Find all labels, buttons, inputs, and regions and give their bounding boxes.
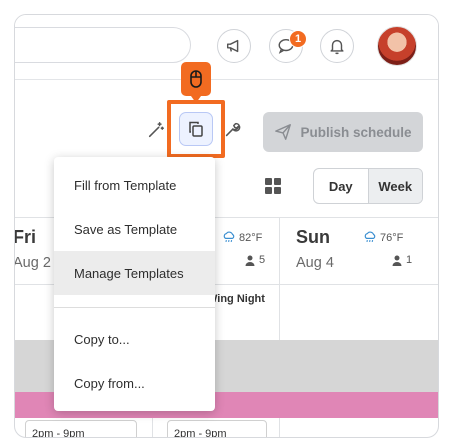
wrench-icon	[225, 122, 241, 137]
weather-sun: 76°F	[363, 231, 403, 244]
rain-cloud-icon	[223, 231, 235, 243]
copy-button[interactable]	[179, 112, 213, 146]
paper-plane-icon	[275, 124, 292, 140]
grid-icon	[265, 178, 272, 185]
app-frame: 1 Publish schedule Day Week Fri Aug 2 82…	[0, 0, 452, 445]
cursor-indicator	[181, 62, 211, 103]
top-bar: 1	[15, 15, 438, 80]
scheduler-window: 1 Publish schedule Day Week Fri Aug 2 82…	[14, 14, 439, 438]
layout-grid-button[interactable]	[265, 178, 281, 194]
copy-dropdown-menu: Fill from Template Save as Template Mana…	[54, 157, 215, 411]
rain-cloud-icon	[364, 231, 376, 243]
notifications-button[interactable]	[320, 29, 354, 63]
temperature-sun: 76°F	[380, 231, 404, 244]
mouse-icon	[190, 70, 202, 88]
person-icon	[245, 255, 255, 266]
grid-icon-cell	[274, 187, 281, 194]
week-view-button[interactable]: Week	[367, 169, 422, 203]
magic-wand-icon	[148, 122, 164, 138]
search-input[interactable]	[15, 27, 191, 63]
menu-item-copy-from[interactable]: Copy from...	[54, 361, 215, 405]
menu-divider	[54, 307, 215, 308]
shift-card[interactable]: 2pm - 9pm	[25, 420, 137, 437]
grid-icon-cell	[265, 187, 272, 194]
day-view-button[interactable]: Day	[314, 169, 368, 203]
shift-card[interactable]: 2pm - 9pm	[167, 420, 267, 437]
grid-icon-cell	[274, 178, 281, 185]
menu-item-save-as-template[interactable]: Save as Template	[54, 207, 215, 251]
copy-button-highlight	[167, 100, 225, 158]
day-name-sun: Sun	[296, 227, 330, 247]
publish-schedule-label: Publish schedule	[300, 124, 412, 140]
user-avatar[interactable]	[377, 26, 417, 66]
menu-item-copy-to[interactable]: Copy to...	[54, 317, 215, 361]
staff-count-value: 1	[406, 254, 413, 266]
day-date-sun: Aug 4	[296, 255, 334, 271]
notification-badge: 1	[289, 30, 307, 48]
megaphone-icon	[226, 39, 239, 53]
day-date-fri: Aug 2	[14, 255, 51, 271]
person-icon	[392, 255, 402, 266]
weather-sat: 82°F	[222, 231, 262, 244]
event-label[interactable]: Wing Night	[207, 293, 265, 305]
staff-count-value: 5	[259, 254, 266, 266]
magic-wand-button[interactable]	[145, 119, 167, 141]
menu-item-manage-templates[interactable]: Manage Templates	[54, 251, 215, 295]
bell-icon	[330, 39, 344, 55]
temperature-sat: 82°F	[239, 231, 263, 244]
staff-count-sun: 1	[392, 254, 412, 266]
copy-icon	[189, 121, 203, 137]
menu-item-fill-from-template[interactable]: Fill from Template	[54, 163, 215, 207]
staff-count-sat: 5	[245, 254, 265, 266]
announcements-button[interactable]	[217, 29, 251, 63]
publish-schedule-button[interactable]: Publish schedule	[263, 112, 423, 152]
day-name-fri: Fri	[14, 227, 37, 247]
view-toggle: Day Week	[313, 168, 423, 204]
